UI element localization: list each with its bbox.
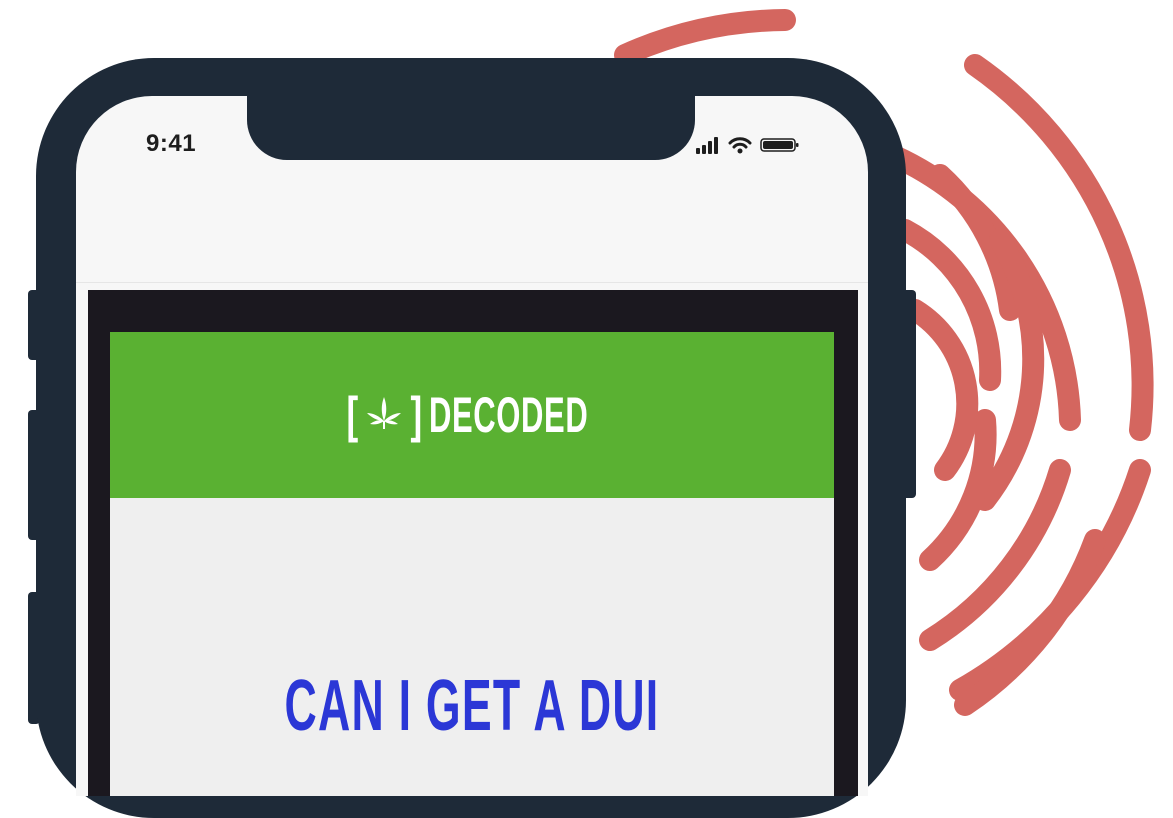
fingerprint-arc: [954, 529, 1106, 716]
phone-screen: 9:41 [] DECODED CAN I GET A DUI: [76, 96, 868, 796]
wifi-icon: [728, 136, 752, 159]
site-body: CAN I GET A DUI: [110, 498, 834, 796]
battery-icon: [760, 136, 800, 159]
status-icons: [696, 136, 800, 159]
site-logo[interactable]: [ ] DECODED: [344, 390, 600, 440]
fingerprint-arc: [614, 9, 796, 66]
status-time: 9:41: [146, 130, 197, 157]
brand-name: DECODED: [429, 387, 589, 443]
site-header: [ ] DECODED: [110, 332, 834, 498]
phone-notch: [247, 96, 695, 160]
fingerprint-arc: [904, 299, 979, 481]
article-headline[interactable]: CAN I GET A DUI: [248, 670, 697, 742]
cannabis-leaf-icon: [364, 393, 404, 438]
signal-bars-icon: [696, 136, 720, 159]
webview[interactable]: [ ] DECODED CAN I GET A DUI: [88, 290, 858, 796]
toolbar-divider: [76, 282, 868, 283]
